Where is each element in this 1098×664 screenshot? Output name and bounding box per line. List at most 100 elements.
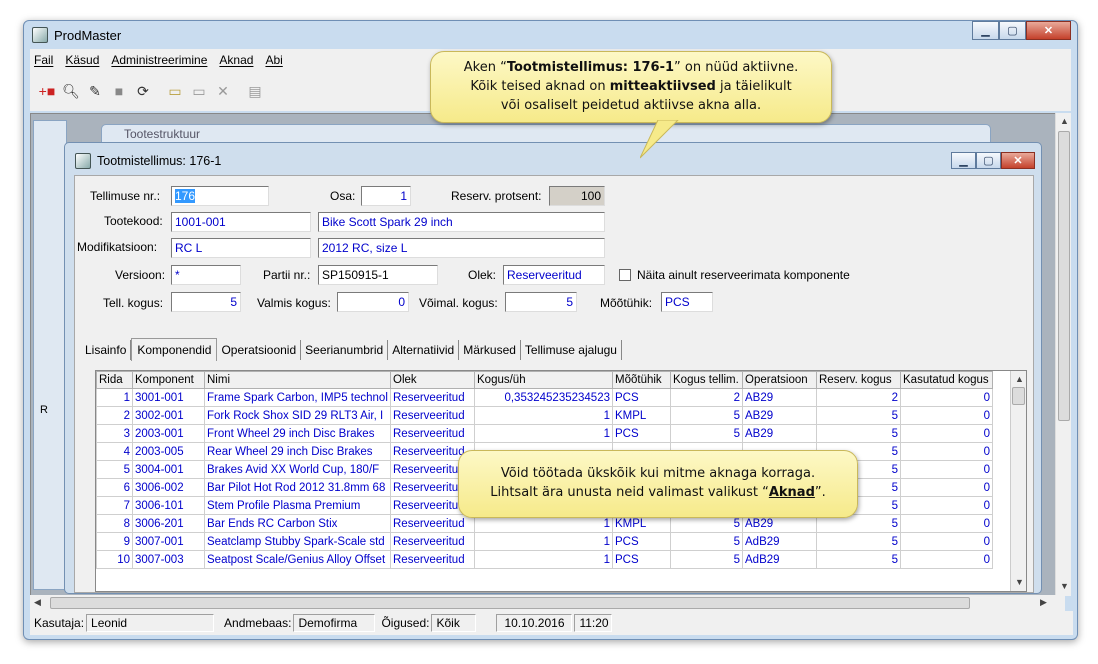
osa-field[interactable]: 1 — [361, 186, 411, 206]
column-header[interactable]: Rida — [96, 371, 133, 389]
table-cell: AB29 — [742, 424, 817, 443]
tab-seerianumbrid[interactable]: Seerianumbrid — [301, 340, 389, 360]
table-cell: AdB29 — [742, 532, 817, 551]
table-cell: 2003-005 — [132, 442, 205, 461]
modifikatsioon-field[interactable]: RC L — [171, 238, 311, 258]
table-cell: 3004-001 — [132, 460, 205, 479]
background-window-left[interactable]: R — [33, 120, 67, 590]
voimal-kogus-field[interactable]: 5 — [505, 292, 577, 312]
tab-tellimuse-ajalugu[interactable]: Tellimuse ajalugu — [521, 340, 622, 360]
table-cell: 1 — [474, 406, 613, 425]
voimal-kogus-label: Võimal. kogus: — [419, 296, 498, 310]
child-maximize-button[interactable]: ▢ — [976, 152, 1001, 169]
versioon-field[interactable]: * — [171, 265, 241, 285]
table-cell: 7 — [96, 496, 133, 515]
table-cell: Reserveeritud — [390, 388, 475, 407]
search-icon[interactable]: 🔍︎ — [60, 80, 82, 102]
column-header[interactable]: Mõõtühik — [612, 371, 671, 389]
edit-icon[interactable]: ✎ — [84, 80, 106, 102]
table-cell: 5 — [670, 424, 743, 443]
mootuhik-field[interactable]: PCS — [661, 292, 713, 312]
column-header[interactable]: Reserv. kogus — [816, 371, 901, 389]
table-cell: 5 — [816, 406, 901, 425]
save-icon[interactable]: ■ — [108, 80, 130, 102]
olek-field[interactable]: Reserveeritud — [503, 265, 605, 285]
tab-alternatiivid[interactable]: Alternatiivid — [388, 340, 460, 360]
menu-fail[interactable]: Fail — [34, 53, 53, 67]
table-cell: Brakes Avid XX World Cup, 180/F — [204, 460, 391, 479]
open-folder-icon[interactable]: ▭ — [164, 80, 186, 102]
table-cell: 2 — [670, 388, 743, 407]
maximize-button[interactable]: ▢ — [999, 21, 1026, 40]
table-row[interactable]: 10 3007-003 Seatpost Scale/Genius Alloy Of… — [96, 550, 993, 569]
table-row[interactable]: 9 3007-001 Seatclamp Stubby Spark-Scale st… — [96, 532, 993, 551]
table-header-row: Rida Komponent Nimi Olek Kogus/üh Mõõtühik Kog… — [96, 371, 993, 389]
close-button[interactable]: ✕ — [1026, 21, 1071, 40]
app-title: ProdMaster — [54, 27, 122, 43]
table-cell: Reserveeritud — [390, 406, 475, 425]
db-value: Demofirma — [293, 614, 376, 632]
table-cell: 5 — [816, 550, 901, 569]
child-close-button[interactable]: ✕ — [1001, 152, 1035, 169]
table-cell: 0 — [900, 532, 993, 551]
new-record-icon[interactable]: +■ — [36, 80, 58, 102]
table-cell: 0 — [900, 478, 993, 497]
tab-lisainfo[interactable]: Lisainfo — [81, 340, 132, 360]
child-minimize-button[interactable]: ▁ — [951, 152, 976, 169]
naita-checkbox[interactable] — [619, 269, 631, 281]
valmis-kogus-field[interactable]: 0 — [337, 292, 409, 312]
tell-kogus-label: Tell. kogus: — [103, 296, 164, 310]
tell-kogus-field[interactable]: 5 — [171, 292, 241, 312]
table-cell: 3 — [96, 424, 133, 443]
title-bar: ProdMaster ▁ ▢ ✕ — [24, 21, 1077, 49]
table-cell: 3007-001 — [132, 532, 205, 551]
tab-komponendid[interactable]: Komponendid — [131, 338, 218, 361]
minimize-button[interactable]: ▁ — [972, 21, 999, 40]
table-cell: AB29 — [742, 388, 817, 407]
horizontal-scrollbar[interactable]: ◀ ▶ — [30, 595, 1065, 611]
child-window-tootmistellimus[interactable]: Tootmistellimus: 176-1 ▁ ▢ ✕ Tellimuse n… — [64, 142, 1042, 594]
column-header[interactable]: Nimi — [204, 371, 391, 389]
tootekood-field[interactable]: 1001-001 — [171, 212, 311, 232]
table-cell: 0 — [900, 406, 993, 425]
column-header[interactable]: Kogus tellim. — [670, 371, 743, 389]
table-cell: 0 — [900, 388, 993, 407]
table-row[interactable]: 3 2003-001 Front Wheel 29 inch Disc Brakes… — [96, 424, 993, 443]
table-cell: Frame Spark Carbon, IMP5 technol — [204, 388, 391, 407]
table-cell: 1 — [474, 550, 613, 569]
table-cell: 1 — [474, 424, 613, 443]
callout-active-window: Aken “Tootmistellimus: 176-1” on nüüd ak… — [430, 51, 832, 123]
column-header[interactable]: Operatsioon — [742, 371, 817, 389]
table-row[interactable]: 2 3002-001 Fork Rock Shox SID 29 RLT3 Air,… — [96, 406, 993, 425]
vertical-scrollbar[interactable]: ▲ ▼ — [1055, 113, 1071, 596]
tab-operatsioonid[interactable]: Operatsioonid — [217, 340, 302, 360]
table-cell: 3002-001 — [132, 406, 205, 425]
column-header[interactable]: Kasutatud kogus — [900, 371, 993, 389]
menu-kasud[interactable]: Käsud — [65, 53, 99, 67]
db-label: Andmebaas: — [224, 616, 292, 630]
table-cell: Bar Ends RC Carbon Stix — [204, 514, 391, 533]
background-window-label: R — [40, 404, 48, 416]
table-row[interactable]: 1 3001-001 Frame Spark Carbon, IMP5 techno… — [96, 388, 993, 407]
refresh-icon[interactable]: ⟳ — [132, 80, 154, 102]
column-header[interactable]: Komponent — [132, 371, 205, 389]
column-header[interactable]: Kogus/üh — [474, 371, 613, 389]
table-cell: Reserveeritud — [390, 550, 475, 569]
delete-icon[interactable]: ✕ — [212, 80, 234, 102]
column-header[interactable]: Olek — [390, 371, 475, 389]
tab-markused[interactable]: Märkused — [459, 340, 521, 360]
olek-label: Olek: — [468, 268, 497, 282]
table-cell: Front Wheel 29 inch Disc Brakes — [204, 424, 391, 443]
table-cell: 5 — [670, 550, 743, 569]
menu-abi[interactable]: Abi — [265, 53, 282, 67]
partii-field[interactable]: SP150915-1 — [318, 265, 438, 285]
tellimuse-nr-field[interactable]: 176 — [171, 186, 269, 206]
table-cell: 5 — [670, 406, 743, 425]
table-cell: PCS — [612, 550, 671, 569]
folder-icon[interactable]: ▭ — [188, 80, 210, 102]
menu-administreerimine[interactable]: Administreerimine — [111, 53, 207, 67]
print-icon[interactable]: ▤ — [244, 80, 266, 102]
table-cell: PCS — [612, 532, 671, 551]
grid-scrollbar[interactable]: ▲ ▼ — [1010, 371, 1026, 591]
menu-aknad[interactable]: Aknad — [219, 53, 253, 67]
